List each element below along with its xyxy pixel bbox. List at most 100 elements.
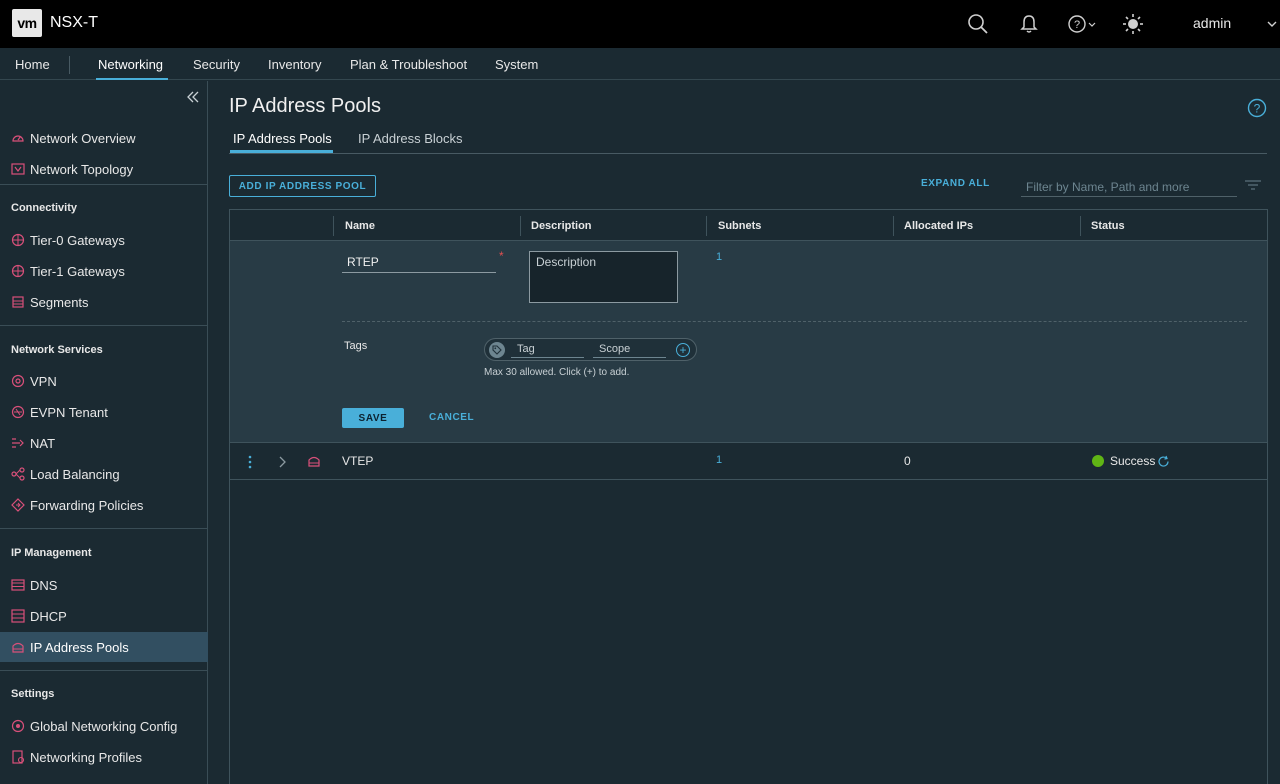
chevron-right-icon[interactable] — [277, 455, 287, 472]
topology-icon — [11, 162, 25, 176]
svg-text:?: ? — [1074, 19, 1080, 31]
ip-pools-table: Name Description Subnets Allocated IPs S… — [229, 209, 1268, 784]
row-actions-icon[interactable] — [246, 454, 254, 473]
filter-icon[interactable] — [1244, 179, 1262, 193]
scope-input[interactable] — [593, 341, 666, 358]
sidebar-item-label: EVPN Tenant — [30, 404, 108, 420]
subnets-link[interactable]: 1 — [716, 251, 722, 263]
column-header-allocated-ips[interactable]: Allocated IPs — [904, 220, 973, 232]
nat-icon — [11, 436, 25, 450]
column-separator — [893, 216, 894, 236]
top-header: vm NSX-T ? admin — [0, 0, 1280, 48]
table-header: Name Description Subnets Allocated IPs S… — [230, 210, 1267, 241]
expand-all-button[interactable]: EXPAND ALL — [921, 178, 990, 189]
tier0-gateway-icon — [11, 233, 25, 247]
dhcp-icon — [11, 609, 25, 623]
column-header-description[interactable]: Description — [531, 220, 592, 232]
sidebar-item-network-topology[interactable]: Network Topology — [0, 155, 208, 183]
sidebar-section-ip-management: IP Management — [11, 547, 92, 559]
sidebar-section-settings: Settings — [11, 688, 55, 700]
status-success-icon — [1092, 455, 1104, 467]
theme-sun-icon[interactable] — [1121, 12, 1145, 36]
sidebar-item-label: IP Address Pools — [30, 639, 129, 655]
tab-ip-address-pools[interactable]: IP Address Pools — [233, 131, 332, 146]
help-icon[interactable]: ? — [1247, 98, 1267, 118]
sidebar-item-label: VPN — [30, 373, 57, 389]
sidebar-item-label: Global Networking Config — [30, 718, 178, 734]
nav-plan-troubleshoot[interactable]: Plan & Troubleshoot — [350, 57, 467, 72]
sidebar-item-label: Forwarding Policies — [30, 497, 144, 513]
name-input[interactable] — [342, 252, 496, 273]
tag-input[interactable] — [511, 341, 584, 358]
svg-text:?: ? — [1254, 102, 1261, 116]
cancel-button[interactable]: CANCEL — [429, 412, 474, 423]
refresh-icon[interactable] — [1157, 455, 1170, 471]
description-field[interactable] — [529, 251, 678, 303]
sidebar-item-network-overview[interactable]: Network Overview — [0, 124, 208, 152]
sidebar-item-networking-profiles[interactable]: Networking Profiles — [0, 743, 208, 771]
nav-system[interactable]: System — [495, 57, 538, 72]
sidebar-divider — [0, 184, 208, 185]
bell-icon[interactable] — [1017, 12, 1041, 36]
status-badge: Success — [1110, 454, 1156, 468]
help-menu-icon[interactable]: ? — [1066, 12, 1100, 36]
sidebar-item-tier0-gateways[interactable]: Tier-0 Gateways — [0, 226, 208, 254]
sidebar-item-nat[interactable]: NAT — [0, 429, 208, 457]
profiles-icon — [11, 750, 25, 764]
sidebar-item-segments[interactable]: Segments — [0, 288, 208, 316]
dashed-divider — [342, 321, 1247, 322]
load-balancing-icon — [11, 467, 25, 481]
sidebar-item-global-networking-config[interactable]: Global Networking Config — [0, 712, 208, 740]
global-config-icon — [11, 719, 25, 733]
sidebar-item-vpn[interactable]: VPN — [0, 367, 208, 395]
chevron-down-icon[interactable] — [1266, 14, 1278, 37]
vmware-logo[interactable]: vm — [12, 9, 42, 37]
tag-hint: Max 30 allowed. Click (+) to add. — [484, 367, 630, 378]
save-button[interactable]: SAVE — [342, 408, 404, 428]
sidebar-section-network-services: Network Services — [11, 344, 103, 356]
nav-networking[interactable]: Networking — [98, 57, 163, 72]
sidebar-item-evpn-tenant[interactable]: EVPN Tenant — [0, 398, 208, 426]
sidebar-item-tier1-gateways[interactable]: Tier-1 Gateways — [0, 257, 208, 285]
sidebar-item-dhcp[interactable]: DHCP — [0, 602, 208, 630]
collapse-sidebar-icon[interactable] — [184, 89, 202, 105]
row-name[interactable]: VTEP — [342, 454, 373, 468]
tab-ip-address-blocks[interactable]: IP Address Blocks — [358, 131, 463, 146]
sidebar-item-forwarding-policies[interactable]: Forwarding Policies — [0, 491, 208, 519]
column-header-subnets[interactable]: Subnets — [718, 220, 761, 232]
add-tag-icon[interactable]: + — [676, 343, 690, 357]
sidebar-item-load-balancing[interactable]: Load Balancing — [0, 460, 208, 488]
nav-home[interactable]: Home — [15, 57, 50, 72]
app-title[interactable]: NSX-T — [50, 14, 98, 32]
sidebar-item-label: Tier-0 Gateways — [30, 232, 125, 248]
add-ip-address-pool-button[interactable]: ADD IP ADDRESS POOL — [229, 175, 376, 197]
sidebar-item-label: Network Overview — [30, 130, 136, 146]
sidebar-item-dns[interactable]: DNS — [0, 571, 208, 599]
tab-divider — [229, 153, 1267, 154]
column-header-name[interactable]: Name — [345, 220, 375, 232]
user-menu[interactable]: admin — [1193, 15, 1231, 31]
evpn-icon — [11, 405, 25, 419]
filter-input[interactable] — [1021, 177, 1237, 197]
nav-active-indicator — [96, 78, 168, 80]
dashboard-icon — [11, 131, 25, 145]
nav-inventory[interactable]: Inventory — [268, 57, 321, 72]
tag-icon — [489, 342, 505, 358]
dns-icon — [11, 578, 25, 592]
tier1-gateway-icon — [11, 264, 25, 278]
search-icon[interactable] — [966, 12, 990, 36]
page-title: IP Address Pools — [229, 95, 381, 117]
sidebar-divider — [0, 325, 208, 326]
sidebar-item-ip-address-pools[interactable]: IP Address Pools — [0, 632, 208, 662]
nav-security[interactable]: Security — [193, 57, 240, 72]
column-separator — [333, 216, 334, 236]
ip-pool-icon — [11, 640, 25, 654]
table-row[interactable]: VTEP 1 0 Success — [230, 444, 1267, 480]
sidebar-item-label: DNS — [30, 577, 58, 593]
sidebar-item-label: Networking Profiles — [30, 749, 142, 765]
forwarding-icon — [11, 498, 25, 512]
segments-icon — [11, 295, 25, 309]
row-subnets-link[interactable]: 1 — [716, 454, 722, 466]
sidebar-item-label: Load Balancing — [30, 466, 120, 482]
column-header-status[interactable]: Status — [1091, 220, 1125, 232]
